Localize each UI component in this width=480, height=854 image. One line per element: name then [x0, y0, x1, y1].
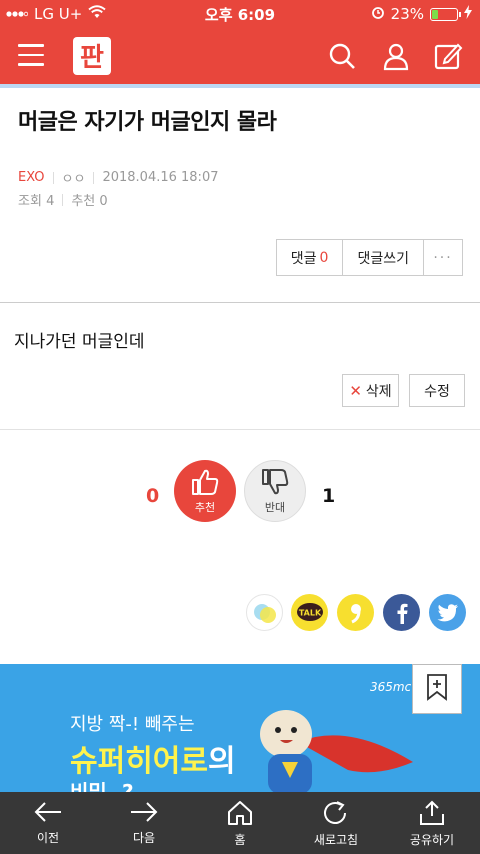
arrow-right-icon [131, 802, 158, 822]
divider [93, 171, 95, 184]
recommend-count: 0 [99, 194, 108, 209]
write-icon[interactable] [432, 40, 464, 72]
app-header: 판 [0, 28, 480, 84]
svg-text:TALK: TALK [298, 608, 321, 617]
home-label: 홈 [234, 833, 246, 847]
banner-highlight: 슈퍼히어로 [70, 744, 208, 779]
menu-icon[interactable] [18, 44, 44, 66]
thumbs-down-icon [260, 468, 290, 499]
downvote-label: 반대 [264, 500, 286, 514]
chat-bubbles-icon[interactable] [246, 594, 283, 631]
kakaostory-icon[interactable] [337, 594, 374, 631]
bookmark-plus-icon [426, 673, 448, 705]
recommend-label: 추천 [71, 194, 96, 209]
upvote-count: 0 [146, 485, 160, 507]
pann-logo[interactable]: 판 [72, 36, 112, 76]
user-icon[interactable] [380, 40, 412, 72]
edit-button[interactable]: 수정 [409, 374, 465, 407]
forward-label: 다음 [132, 831, 156, 845]
post-body: 지나가던 머글인데 [14, 332, 145, 352]
ad-banner[interactable]: 365mc 지방 짝-! 빼주는 슈퍼히어로의 비밀..? [0, 664, 480, 794]
upvote-button[interactable]: 추천 [174, 460, 236, 522]
views-label: 조회 [18, 194, 42, 209]
post-action-bar: 댓글 0 댓글쓰기 ··· [275, 239, 463, 276]
post-title: 머글은 자기가 머글인지 몰라 [18, 110, 277, 135]
bookmark-add-button[interactable] [412, 664, 462, 714]
delete-button[interactable]: ✕ 삭제 [342, 374, 399, 407]
share-label: 공유하기 [409, 833, 455, 847]
kakaotalk-icon[interactable]: TALK [291, 594, 328, 631]
divider [62, 193, 64, 206]
scroll-progress-bar [0, 84, 480, 88]
downvote-count: 1 [322, 485, 336, 507]
comment-button[interactable]: 댓글 0 [277, 240, 344, 275]
post-meta: EXO ㅇㅇ 2018.04.16 18:07 [18, 168, 218, 187]
section-divider [0, 429, 480, 430]
post-nickname: ㅇㅇ [61, 172, 86, 187]
status-bar: LG U+ 오후 6:09 23% [0, 0, 480, 28]
refresh-button[interactable]: 새로고침 [288, 792, 384, 854]
charging-icon [464, 5, 472, 23]
share-button[interactable]: 공유하기 [384, 792, 480, 854]
divider [52, 171, 54, 184]
banner-line-2-suffix: 의 [208, 744, 236, 779]
views-count: 4 [46, 194, 55, 209]
section-divider [0, 302, 480, 303]
refresh-icon [324, 801, 346, 824]
home-button[interactable]: 홈 [192, 792, 288, 854]
close-icon: ✕ [349, 381, 362, 400]
upvote-label: 추천 [194, 500, 216, 514]
home-icon [228, 801, 252, 825]
refresh-label: 새로고침 [313, 833, 359, 847]
post-stats: 조회 4 추천 0 [18, 190, 108, 209]
status-right: 23% [371, 5, 472, 23]
battery-icon [430, 7, 461, 21]
alarm-icon [371, 5, 385, 23]
search-icon[interactable] [326, 40, 358, 72]
post-date: 2018.04.16 18:07 [102, 170, 219, 185]
battery-percent: 23% [390, 5, 424, 23]
thumbs-up-icon [190, 468, 220, 499]
comment-label: 댓글 [290, 250, 317, 267]
banner-line-1: 지방 짝-! 빼주는 [70, 714, 195, 735]
arrow-left-icon [34, 802, 61, 822]
share-icon [420, 800, 444, 825]
svg-text:판: 판 [80, 43, 104, 73]
superhero-mascot-icon [238, 692, 418, 794]
more-button[interactable]: ··· [424, 240, 462, 275]
write-comment-button[interactable]: 댓글쓰기 [343, 240, 424, 275]
back-label: 이전 [36, 831, 60, 845]
comment-count: 0 [319, 249, 329, 266]
facebook-icon[interactable] [383, 594, 420, 631]
twitter-icon[interactable] [429, 594, 466, 631]
back-button[interactable]: 이전 [0, 792, 96, 854]
post-author[interactable]: EXO [18, 170, 45, 185]
delete-label: 삭제 [365, 383, 392, 400]
browser-toolbar: 이전 다음 홈 새로고침 공유하기 [0, 792, 480, 854]
banner-line-2: 슈퍼히어로의 [70, 736, 236, 780]
forward-button[interactable]: 다음 [96, 792, 192, 854]
downvote-button[interactable]: 반대 [244, 460, 306, 522]
